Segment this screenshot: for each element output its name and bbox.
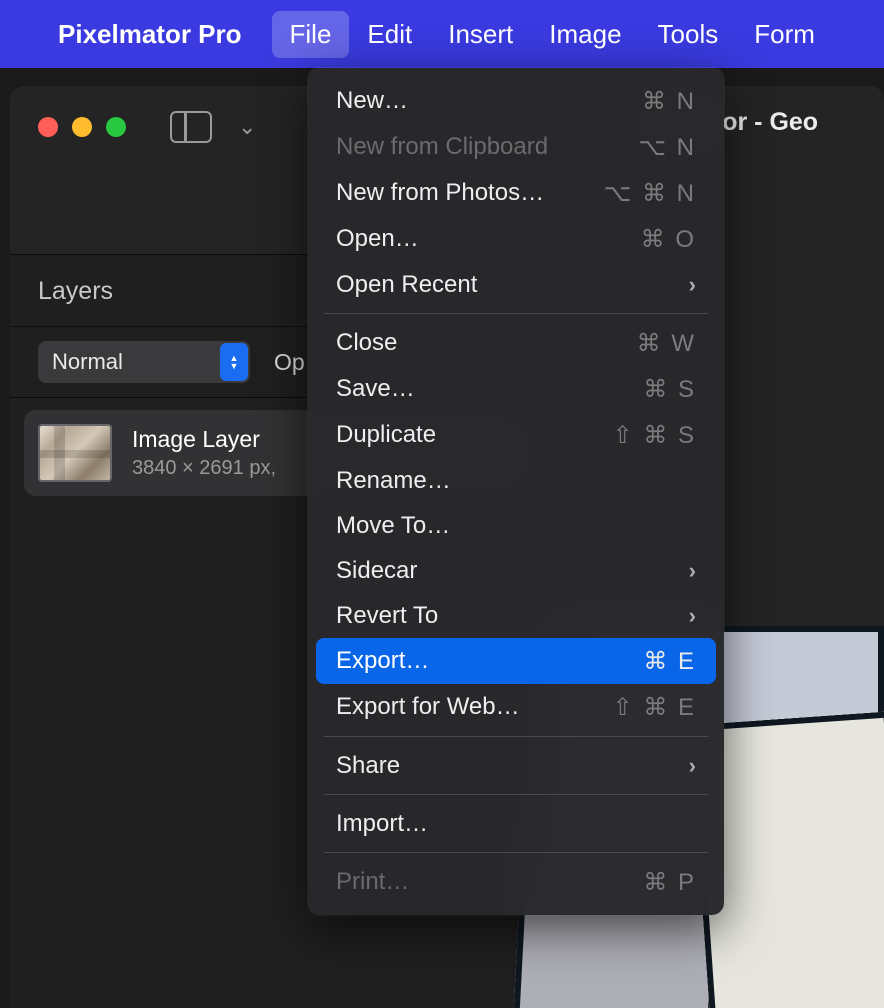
menu-item-label: Close — [336, 329, 397, 357]
menu-item-label: Duplicate — [336, 421, 436, 449]
chevron-right-icon: › — [689, 603, 696, 629]
menu-format[interactable]: Form — [736, 11, 833, 58]
menu-shortcut: ⌘ P — [643, 868, 696, 897]
menubar: Pixelmator Pro File Edit Insert Image To… — [0, 0, 884, 68]
chevron-right-icon: › — [689, 558, 696, 584]
close-window-button[interactable] — [38, 117, 58, 137]
menu-item-label: New… — [336, 87, 408, 115]
window-controls — [38, 117, 126, 137]
minimize-window-button[interactable] — [72, 117, 92, 137]
menu-shortcut: ⌥ N — [638, 133, 696, 162]
menu-item-label: Revert To — [336, 602, 438, 630]
menu-item-label: Print… — [336, 868, 409, 896]
menu-item-label: Export for Web… — [336, 693, 520, 721]
menu-item-label: Import… — [336, 810, 428, 838]
menu-item-export-for-web[interactable]: Export for Web… ⇧ ⌘ E — [308, 684, 724, 730]
menu-edit[interactable]: Edit — [349, 11, 430, 58]
menu-separator — [324, 313, 708, 314]
menu-separator — [324, 794, 708, 795]
menu-file[interactable]: File — [272, 11, 350, 58]
menu-item-revert-to[interactable]: Revert To › — [308, 593, 724, 638]
layer-info: Image Layer 3840 × 2691 px, — [132, 426, 276, 480]
menu-item-label: Share — [336, 752, 400, 780]
menu-item-rename[interactable]: Rename… — [308, 458, 724, 503]
app-name[interactable]: Pixelmator Pro — [58, 19, 242, 50]
menu-shortcut: ⌥ ⌘ N — [604, 179, 696, 208]
menu-item-label: New from Photos… — [336, 179, 544, 207]
fullscreen-window-button[interactable] — [106, 117, 126, 137]
menu-item-save[interactable]: Save… ⌘ S — [308, 366, 724, 412]
menu-shortcut: ⌘ S — [643, 375, 696, 404]
menu-item-label: Open… — [336, 225, 419, 253]
menu-item-new-from-clipboard: New from Clipboard ⌥ N — [308, 124, 724, 170]
menu-shortcut: ⇧ ⌘ S — [613, 421, 696, 450]
menu-item-export[interactable]: Export… ⌘ E — [316, 638, 716, 684]
menu-shortcut: ⌘ W — [637, 329, 696, 358]
menu-shortcut: ⌘ O — [641, 225, 696, 254]
sidebar-toggle-icon[interactable] — [170, 111, 212, 143]
chevron-right-icon: › — [689, 753, 696, 779]
menu-shortcut: ⌘ E — [643, 647, 696, 676]
menu-item-open-recent[interactable]: Open Recent › — [308, 262, 724, 307]
menu-shortcut: ⇧ ⌘ E — [613, 693, 696, 722]
menu-item-label: Rename… — [336, 467, 451, 495]
menu-item-print: Print… ⌘ P — [308, 859, 724, 905]
menu-item-label: Move To… — [336, 512, 450, 540]
layer-dimensions: 3840 × 2691 px, — [132, 457, 276, 480]
select-chevrons-icon: ▲▼ — [220, 343, 248, 381]
menu-separator — [324, 736, 708, 737]
chevron-down-icon[interactable]: ⌄ — [238, 114, 256, 140]
file-menu-dropdown: New… ⌘ N New from Clipboard ⌥ N New from Pho… — [308, 68, 724, 915]
menu-item-sidecar[interactable]: Sidecar › — [308, 548, 724, 593]
menu-insert[interactable]: Insert — [430, 11, 531, 58]
menu-item-share[interactable]: Share › — [308, 743, 724, 788]
menu-item-close[interactable]: Close ⌘ W — [308, 320, 724, 366]
menu-shortcut: ⌘ N — [642, 87, 696, 116]
menu-item-label: New from Clipboard — [336, 133, 548, 161]
layer-name: Image Layer — [132, 426, 276, 453]
layer-thumbnail — [38, 424, 112, 482]
menu-item-move-to[interactable]: Move To… — [308, 503, 724, 548]
opacity-label: Op — [274, 349, 305, 376]
blend-mode-select[interactable]: Normal ▲▼ — [38, 341, 250, 383]
menu-separator — [324, 852, 708, 853]
menu-item-label: Export… — [336, 647, 429, 675]
menu-item-label: Open Recent — [336, 271, 477, 299]
menu-item-import[interactable]: Import… — [308, 801, 724, 846]
chevron-right-icon: › — [689, 272, 696, 298]
menu-item-duplicate[interactable]: Duplicate ⇧ ⌘ S — [308, 412, 724, 458]
menu-item-label: Save… — [336, 375, 415, 403]
menu-item-label: Sidecar — [336, 557, 417, 585]
menu-item-new[interactable]: New… ⌘ N — [308, 78, 724, 124]
menu-item-open[interactable]: Open… ⌘ O — [308, 216, 724, 262]
blend-mode-value: Normal — [52, 349, 123, 374]
menu-tools[interactable]: Tools — [640, 11, 737, 58]
menu-image[interactable]: Image — [531, 11, 639, 58]
menu-item-new-from-photos[interactable]: New from Photos… ⌥ ⌘ N — [308, 170, 724, 216]
